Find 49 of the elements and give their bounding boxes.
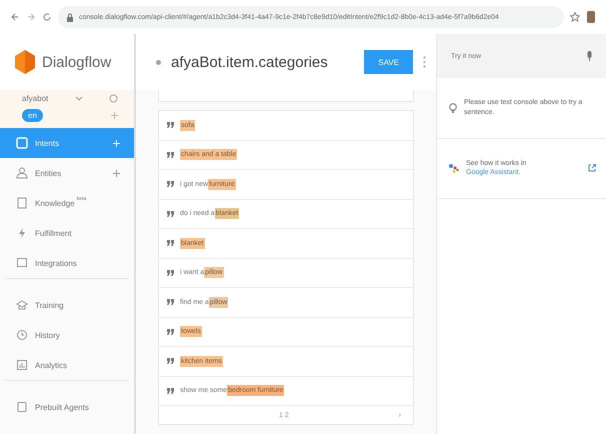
star-icon[interactable]: [570, 12, 580, 22]
back-icon[interactable]: [10, 12, 20, 22]
quote-icon: [167, 240, 174, 246]
quote-icon: [167, 388, 174, 394]
screen-icon: [16, 257, 28, 269]
nav-item[interactable]: Integrations: [0, 248, 134, 278]
agent-name: afyabot: [22, 94, 48, 103]
nav-item[interactable]: Fulfillment: [0, 218, 134, 248]
add-icon[interactable]: [111, 112, 118, 119]
bullet-icon: [156, 60, 161, 64]
caret-icon[interactable]: [74, 96, 83, 102]
quote-icon: [167, 122, 174, 128]
nav-item[interactable]: Intents: [0, 128, 134, 158]
settings-icon[interactable]: [109, 94, 118, 103]
intent-title: afyaBot.item.categories: [171, 54, 329, 70]
quote-icon: [167, 328, 174, 335]
quote-icon: [167, 181, 174, 188]
quote-icon: [167, 152, 174, 158]
save-button[interactable]: SAVE: [364, 50, 413, 74]
nav-item[interactable]: Analytics: [0, 350, 134, 380]
quote-icon: [167, 299, 174, 306]
cap-icon: [16, 299, 28, 311]
assistant-icon: [449, 164, 459, 173]
person-icon: [16, 167, 28, 179]
quote-icon: [167, 270, 174, 276]
lightbulb-icon: [449, 102, 457, 113]
nav-item[interactable]: Training: [0, 290, 134, 320]
forward-icon[interactable]: [26, 12, 36, 22]
avatar-icon[interactable]: [586, 11, 596, 23]
language-badge[interactable]: en: [22, 109, 43, 122]
quote-icon: [167, 358, 174, 364]
quote-icon: [167, 210, 174, 217]
nav-item[interactable]: Prebuilt Agents: [0, 392, 134, 422]
logo-icon: [14, 49, 36, 75]
nav-item[interactable]: Entities: [0, 158, 134, 188]
nav-item[interactable]: Knowledge $^{beta}$: [0, 188, 134, 218]
external-link-icon[interactable]: [588, 164, 596, 172]
brand-name: Dialogflow: [42, 54, 112, 70]
more-icon[interactable]: [423, 56, 426, 68]
nav-item[interactable]: History: [0, 320, 134, 350]
bolt-icon: [16, 227, 28, 239]
beta-label: beta: [76, 196, 86, 202]
microphone-icon[interactable]: [587, 51, 592, 61]
box-icon: [16, 401, 28, 413]
lock-icon: [66, 12, 74, 22]
chart-icon: [16, 359, 28, 371]
clock-icon: [16, 329, 28, 341]
reload-icon[interactable]: [42, 12, 52, 22]
add-icon[interactable]: [113, 170, 120, 176]
